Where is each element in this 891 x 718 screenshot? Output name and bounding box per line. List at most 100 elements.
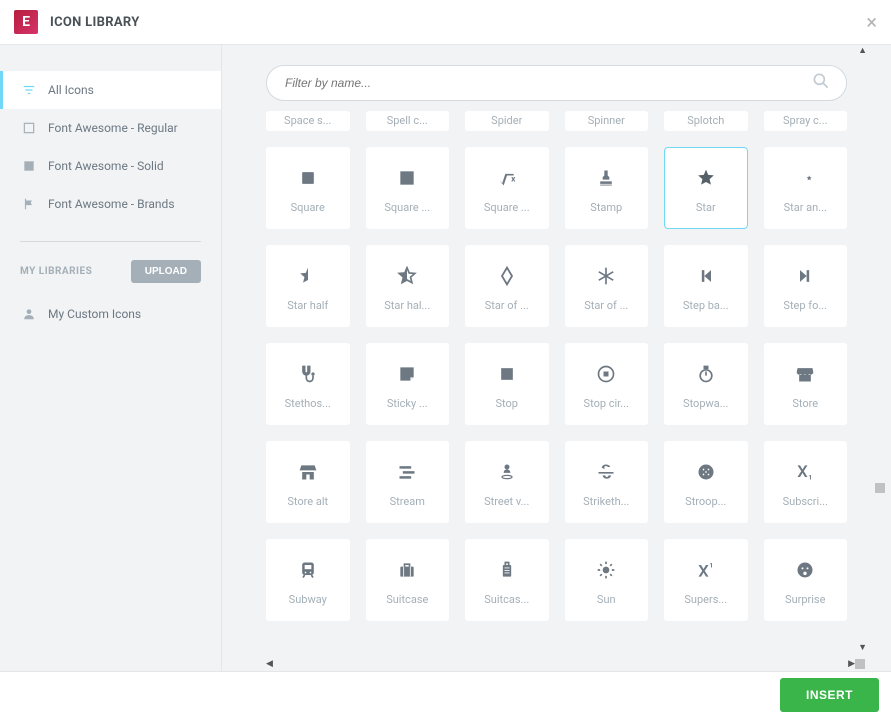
stop-circle-icon	[596, 359, 616, 389]
icon-card-step-back[interactable]: Step ba...	[664, 245, 748, 327]
icon-card-star-crescent[interactable]: Star an...	[764, 147, 848, 229]
icon-card-partial[interactable]: Spider	[465, 111, 549, 131]
icon-label: Street v...	[484, 495, 529, 508]
suitcase-icon	[397, 555, 417, 585]
icon-card-stop[interactable]: Stop	[465, 343, 549, 425]
star-half-o-icon	[397, 261, 417, 291]
insert-button[interactable]: INSERT	[780, 678, 879, 712]
icon-card-square[interactable]: Square	[266, 147, 350, 229]
icon-label: Suitcas...	[484, 593, 529, 606]
icon-card-star-half[interactable]: Star half	[266, 245, 350, 327]
icon-label: Space s...	[284, 114, 331, 131]
subscript-icon	[795, 457, 815, 487]
stethoscope-icon	[298, 359, 318, 389]
h-scroll-thumb[interactable]	[855, 659, 865, 669]
icon-label: Star of ...	[584, 299, 628, 312]
scroll-up-arrow[interactable]: ▲	[858, 45, 867, 56]
search-input[interactable]	[266, 65, 847, 101]
star-icon	[696, 163, 716, 193]
icon-label: Stop	[496, 397, 518, 410]
icon-card-step-forward[interactable]: Step fo...	[764, 245, 848, 327]
icon-label: Stroop...	[685, 495, 726, 508]
icon-card-store-alt[interactable]: Store alt	[266, 441, 350, 523]
icon-label: Sticky ...	[387, 397, 428, 410]
icon-card-stopwatch[interactable]: Stopwa...	[664, 343, 748, 425]
icon-label: Store	[792, 397, 818, 410]
icon-card-surprise[interactable]: Surprise	[764, 539, 848, 621]
icon-card-stop-circle[interactable]: Stop cir...	[565, 343, 649, 425]
icon-label: Subway	[289, 593, 327, 606]
icon-label: Stream	[390, 495, 425, 508]
icon-label: Spider	[491, 114, 522, 131]
square-icon	[298, 163, 318, 193]
icon-label: Store alt	[287, 495, 328, 508]
scroll-left-arrow[interactable]: ◀	[266, 659, 273, 669]
sidebar-item-custom-icons[interactable]: My Custom Icons	[0, 295, 221, 333]
icon-label: Step ba...	[683, 299, 729, 312]
star-half-icon	[298, 261, 318, 291]
icon-label: Star of ...	[485, 299, 529, 312]
icon-card-store[interactable]: Store	[764, 343, 848, 425]
sidebar-item-fa-regular[interactable]: Font Awesome - Regular	[0, 109, 221, 147]
star-life-icon	[596, 261, 616, 291]
icon-card-subway[interactable]: Subway	[266, 539, 350, 621]
icon-card-stamp[interactable]: Stamp	[565, 147, 649, 229]
icon-card-stream[interactable]: Stream	[366, 441, 450, 523]
icon-card-sticky[interactable]: Sticky ...	[366, 343, 450, 425]
strike-icon	[596, 457, 616, 487]
sidebar-item-label: All Icons	[48, 83, 94, 97]
icon-label: Step fo...	[783, 299, 827, 312]
icon-card-partial[interactable]: Spray c...	[764, 111, 848, 131]
icon-label: Supers...	[684, 593, 727, 606]
scroll-down-arrow[interactable]: ▼	[858, 642, 867, 653]
icon-card-square-root[interactable]: Square ...	[465, 147, 549, 229]
icon-card-sun[interactable]: Sun	[565, 539, 649, 621]
icon-card-star-life[interactable]: Star of ...	[565, 245, 649, 327]
superscript-icon	[696, 555, 716, 585]
horizontal-scrollbar[interactable]: ◀ ▶	[266, 657, 871, 671]
icon-card-partial[interactable]: Spell c...	[366, 111, 450, 131]
suitcase-roll-icon	[497, 555, 517, 585]
icon-label: Spell c...	[387, 114, 428, 131]
icon-label: Subscri...	[783, 495, 828, 508]
icon-label: Stopwa...	[683, 397, 728, 410]
store-icon	[795, 359, 815, 389]
scroll-right-arrow[interactable]: ▶	[848, 659, 855, 669]
icon-label: Spray c...	[783, 114, 828, 131]
icon-label: Sun	[597, 593, 616, 606]
icon-label: Square ...	[484, 201, 530, 214]
stroop-icon	[696, 457, 716, 487]
icon-card-star-half-o[interactable]: Star hal...	[366, 245, 450, 327]
scroll-thumb[interactable]	[875, 483, 885, 493]
sidebar-item-fa-brands[interactable]: Font Awesome - Brands	[0, 185, 221, 223]
icon-card-stroop[interactable]: Stroop...	[664, 441, 748, 523]
square-full-icon	[397, 163, 417, 193]
vertical-scrollbar[interactable]	[875, 165, 885, 631]
icon-card-star[interactable]: Star	[664, 147, 748, 229]
sidebar-item-fa-solid[interactable]: Font Awesome - Solid	[0, 147, 221, 185]
icon-card-superscript[interactable]: Supers...	[664, 539, 748, 621]
icon-card-strike[interactable]: Striketh...	[565, 441, 649, 523]
icon-card-stethoscope[interactable]: Stethos...	[266, 343, 350, 425]
icon-label: Square ...	[384, 201, 430, 214]
sidebar-item-label: Font Awesome - Brands	[48, 197, 175, 211]
icon-card-star-david[interactable]: Star of ...	[465, 245, 549, 327]
icon-label: Star half	[287, 299, 328, 312]
close-icon[interactable]: ×	[866, 10, 877, 34]
icon-card-suitcase-roll[interactable]: Suitcas...	[465, 539, 549, 621]
user-icon	[20, 307, 38, 321]
icon-card-partial[interactable]: Spinner	[565, 111, 649, 131]
sidebar-item-all-icons[interactable]: All Icons	[0, 71, 221, 109]
icon-card-partial[interactable]: Space s...	[266, 111, 350, 131]
upload-button[interactable]: UPLOAD	[131, 260, 201, 283]
icon-card-suitcase[interactable]: Suitcase	[366, 539, 450, 621]
icon-card-subscript[interactable]: Subscri...	[764, 441, 848, 523]
subway-icon	[298, 555, 318, 585]
icon-label: Square	[291, 201, 325, 214]
icon-card-partial[interactable]: Splotch	[664, 111, 748, 131]
modal-title: ICON LIBRARY	[50, 15, 140, 30]
star-crescent-icon	[795, 163, 815, 193]
icon-card-street[interactable]: Street v...	[465, 441, 549, 523]
stamp-icon	[596, 163, 616, 193]
icon-card-square-full[interactable]: Square ...	[366, 147, 450, 229]
